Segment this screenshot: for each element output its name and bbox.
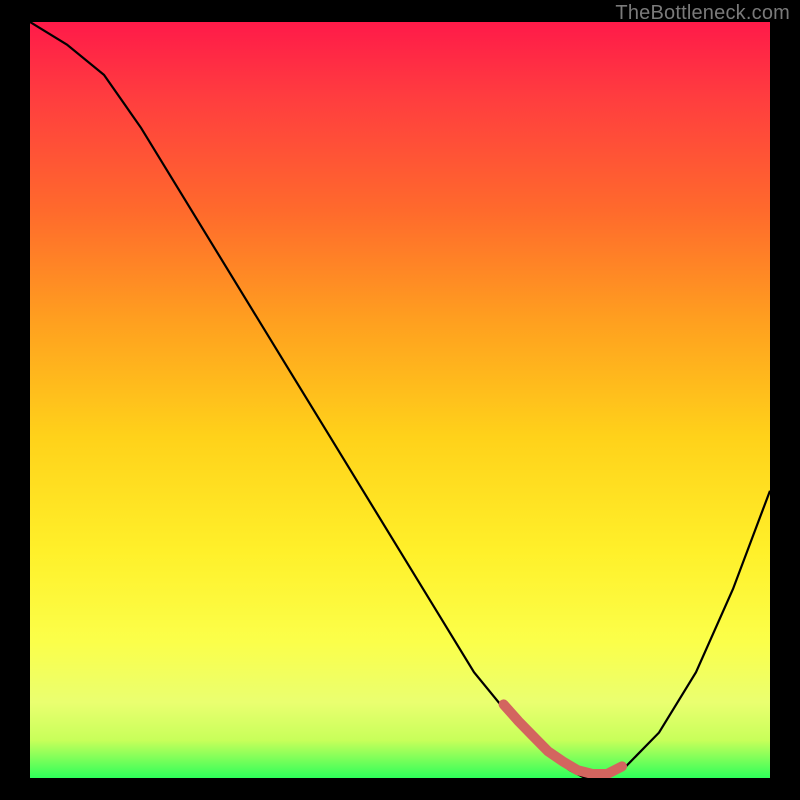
plot-area [30,22,770,778]
bottom-accent-curve [504,704,622,774]
curve-svg [30,22,770,778]
bottleneck-curve [30,22,770,778]
watermark-text: TheBottleneck.com [615,2,790,25]
plot-frame [30,22,770,778]
